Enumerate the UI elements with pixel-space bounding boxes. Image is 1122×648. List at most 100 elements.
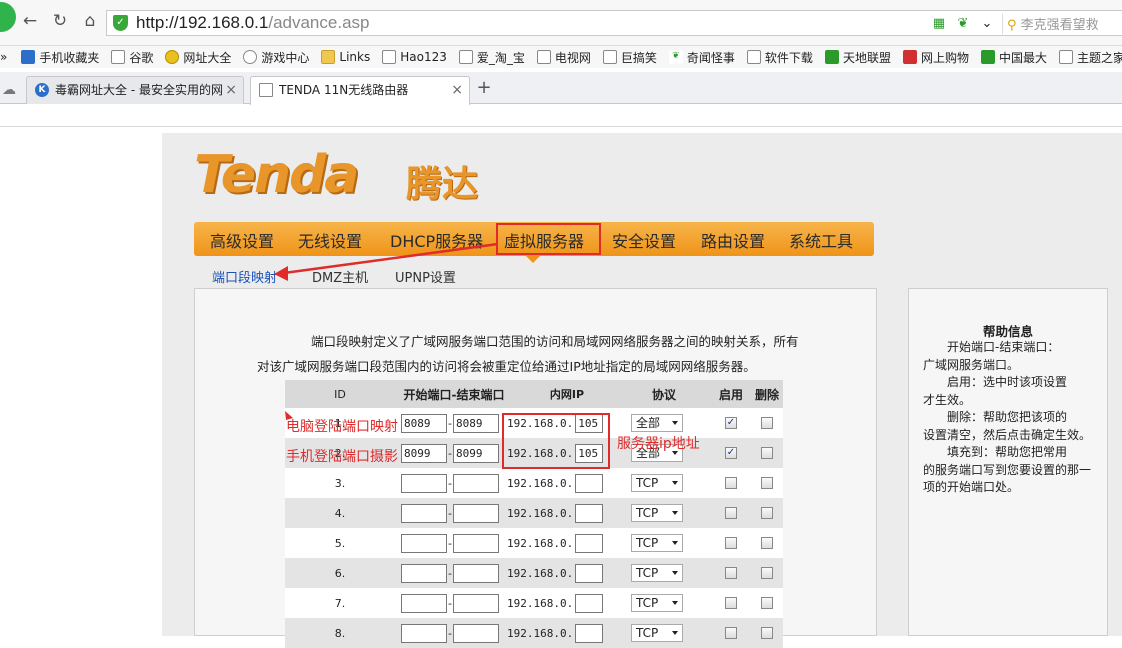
enable-checkbox[interactable] [725, 507, 737, 519]
header-ports: 开始端口-结束端口 [403, 387, 505, 402]
enable-checkbox[interactable] [725, 567, 737, 579]
menu-security[interactable]: 安全设置 [612, 228, 676, 252]
menu-system-tools[interactable]: 系统工具 [789, 228, 853, 252]
protocol-select[interactable]: TCP [631, 474, 683, 492]
protocol-select[interactable]: 全部 [631, 414, 683, 432]
tab-duba[interactable]: K 毒霸网址大全 - 最安全实用的网 × [26, 76, 244, 104]
menu-wireless[interactable]: 无线设置 [298, 228, 362, 252]
bookmark-item[interactable]: 网上购物 [902, 49, 969, 66]
delete-checkbox[interactable] [761, 447, 773, 459]
delete-cell [753, 438, 781, 468]
qr-code-icon[interactable]: ▦ [930, 15, 948, 33]
start-port-input[interactable] [401, 623, 447, 643]
end-port-input[interactable] [453, 503, 499, 523]
bookmarks-overflow[interactable]: » [0, 50, 7, 64]
menu-advanced[interactable]: 高级设置 [210, 228, 274, 252]
end-port-input[interactable] [453, 533, 499, 553]
enable-checkbox[interactable] [725, 627, 737, 639]
end-port-input[interactable] [453, 593, 499, 613]
start-port-input[interactable]: 8089 [401, 413, 447, 433]
ip-last-octet-input[interactable] [575, 563, 604, 583]
ip-last-octet-input[interactable] [575, 623, 604, 643]
table-row: 7. -192.168.0. TCP [285, 588, 783, 618]
chevron-down-icon[interactable]: ⌄ [978, 15, 996, 33]
bookmark-item[interactable]: 网址大全 [165, 49, 231, 66]
bookmark-item[interactable]: Hao123 [382, 50, 447, 64]
protocol-cell: TCP [631, 618, 697, 648]
back-arrow-icon[interactable]: ← [20, 11, 40, 31]
menu-routing[interactable]: 路由设置 [701, 228, 765, 252]
enable-cell: ✓ [713, 438, 749, 468]
help-title: 帮助信息 [982, 324, 1033, 339]
menu-pointer [526, 256, 540, 263]
close-icon[interactable]: × [225, 77, 237, 103]
end-port-input[interactable]: 8099 [453, 443, 499, 463]
cloud-icon[interactable]: ☁ [2, 82, 16, 98]
enable-checkbox[interactable] [725, 537, 737, 549]
end-port-input[interactable] [453, 563, 499, 583]
url-text[interactable]: http://192.168.0.1/advance.asp [136, 13, 369, 33]
bookmark-item[interactable]: 主题之家 [1058, 49, 1122, 66]
start-port-input[interactable] [401, 503, 447, 523]
start-port-input[interactable] [401, 533, 447, 553]
enable-checkbox[interactable]: ✓ [725, 417, 737, 429]
subnav-upnp[interactable]: UPNP设置 [395, 267, 456, 286]
start-port-input[interactable] [401, 563, 447, 583]
bookmark-item[interactable]: 巨搞笑 [602, 49, 657, 66]
end-port-input[interactable] [453, 473, 499, 493]
bookmark-item[interactable]: 手机收藏夹 [21, 49, 99, 66]
delete-checkbox[interactable] [761, 537, 773, 549]
table-row: 5. -192.168.0. TCP [285, 528, 783, 558]
bookmark-item[interactable]: 电视网 [536, 49, 591, 66]
bookmark-item[interactable]: 谷歌 [111, 49, 153, 66]
start-port-input[interactable] [401, 473, 447, 493]
leaf-icon[interactable]: ❦ [954, 15, 972, 33]
start-port-input[interactable]: 8099 [401, 443, 447, 463]
bookmark-item[interactable]: 爱_淘_宝 [458, 49, 525, 66]
bookmark-item[interactable]: ❦ 奇闻怪事 [668, 49, 735, 66]
end-port-input[interactable]: 8089 [453, 413, 499, 433]
ip-last-octet-input[interactable] [575, 533, 604, 553]
bookmark-item[interactable]: 中国最大 [980, 49, 1047, 66]
delete-checkbox[interactable] [761, 567, 773, 579]
bookmark-label: 中国最大 [998, 50, 1047, 65]
enable-checkbox[interactable]: ✓ [725, 447, 737, 459]
delete-checkbox[interactable] [761, 597, 773, 609]
tab-tenda[interactable]: TENDA 11N无线路由器 × [250, 76, 470, 105]
delete-checkbox[interactable] [761, 417, 773, 429]
row-id: 5. [334, 536, 346, 550]
close-icon[interactable]: × [451, 77, 463, 103]
ip-last-octet-input[interactable] [575, 473, 604, 493]
enable-checkbox[interactable] [725, 597, 737, 609]
browser-logo-icon[interactable] [0, 2, 16, 32]
bookmark-item[interactable]: 天地联盟 [824, 49, 891, 66]
protocol-select[interactable]: TCP [631, 624, 683, 642]
new-tab-button[interactable]: + [474, 78, 494, 100]
url-field[interactable]: ✓ http://192.168.0.1/advance.asp ▦ ❦ ⌄ ⚲… [106, 10, 1122, 36]
ip-last-octet-input[interactable] [575, 503, 604, 523]
bookmark-item[interactable]: Links [321, 50, 370, 64]
search-input[interactable]: ⚲ 李克强看望救 [1002, 14, 1122, 34]
start-port-input[interactable] [401, 593, 447, 613]
subnav-port-range[interactable]: 端口段映射 [212, 267, 277, 286]
home-icon[interactable]: ⌂ [80, 11, 100, 31]
bookmarks-bar: » 手机收藏夹 谷歌 网址大全 游戏中心 Links Hao123 爱_淘_宝 … [0, 46, 1122, 68]
chevron-down-icon [672, 481, 678, 485]
bookmark-item[interactable]: 游戏中心 [243, 49, 309, 66]
protocol-select[interactable]: TCP [631, 504, 683, 522]
protocol-select[interactable]: TCP [631, 564, 683, 582]
ip-last-octet-input[interactable] [575, 593, 604, 613]
protocol-cell: TCP [631, 558, 697, 588]
delete-checkbox[interactable] [761, 477, 773, 489]
protocol-select[interactable]: TCP [631, 594, 683, 612]
enable-checkbox[interactable] [725, 477, 737, 489]
bookmark-item[interactable]: 软件下载 [746, 49, 813, 66]
refresh-icon[interactable]: ↻ [50, 11, 70, 31]
flag-icon [824, 50, 839, 64]
protocol-select[interactable]: TCP [631, 534, 683, 552]
delete-checkbox[interactable] [761, 507, 773, 519]
menu-dhcp[interactable]: DHCP服务器 [390, 228, 483, 252]
end-port-input[interactable] [453, 623, 499, 643]
subnav-dmz[interactable]: DMZ主机 [312, 267, 368, 286]
delete-checkbox[interactable] [761, 627, 773, 639]
